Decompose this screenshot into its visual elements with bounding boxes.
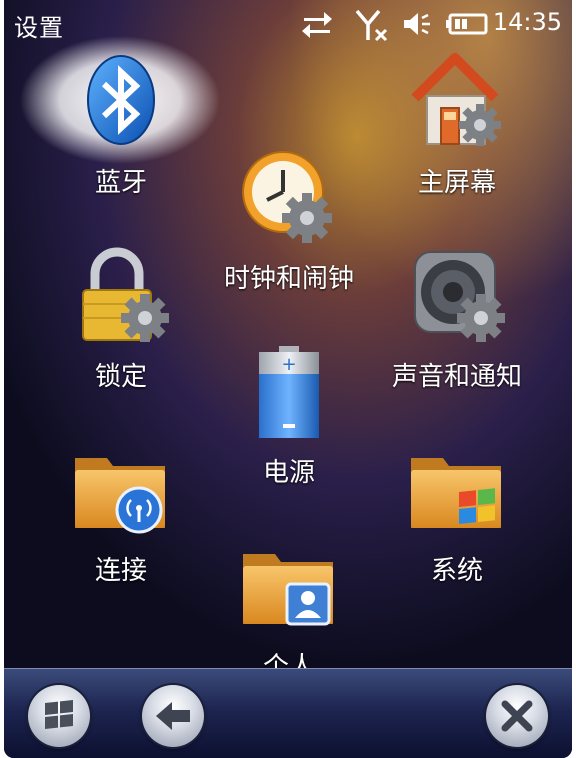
- battery-icon: +: [259, 346, 319, 438]
- sync-arrows-icon[interactable]: [300, 8, 334, 44]
- tile-lock[interactable]: 锁定: [36, 246, 206, 396]
- status-title: 设置: [14, 14, 64, 42]
- tile-sounds[interactable]: 声音和通知: [372, 246, 542, 396]
- battery-icon[interactable]: [444, 8, 490, 44]
- clock-gear-icon: [242, 151, 332, 243]
- tile-system[interactable]: 系统: [372, 440, 542, 590]
- tile-label-sounds: 声音和通知: [391, 362, 522, 392]
- tile-label-clock: 时钟和闹钟: [223, 264, 354, 294]
- folder-wireless-icon: [75, 458, 165, 534]
- tile-bluetooth[interactable]: 蓝牙: [36, 52, 206, 202]
- close-button[interactable]: [486, 685, 548, 747]
- tile-label-home-screen: 主屏幕: [417, 168, 496, 198]
- tile-power[interactable]: + 电源: [204, 342, 374, 492]
- speaker-icon[interactable]: [402, 8, 434, 44]
- tile-label-bluetooth: 蓝牙: [94, 168, 147, 198]
- status-bar: 设置 14:35: [4, 0, 572, 52]
- tile-connections[interactable]: 连接: [36, 440, 206, 590]
- folder-windows-icon: [411, 458, 501, 528]
- back-arrow-icon: [156, 702, 190, 730]
- house-gear-icon: [411, 53, 501, 146]
- start-button[interactable]: [28, 685, 90, 747]
- tile-personal[interactable]: 个人: [204, 536, 374, 686]
- back-button[interactable]: [142, 685, 204, 747]
- tile-home-screen[interactable]: 主屏幕: [372, 52, 542, 202]
- status-time: 14:35: [492, 8, 562, 36]
- bottom-bar: [4, 668, 572, 758]
- speaker-gear-icon: [414, 251, 505, 342]
- close-icon: [501, 700, 533, 732]
- padlock-gear-icon: [82, 247, 169, 342]
- windows-logo-icon: [45, 700, 73, 729]
- svg-text:+: +: [281, 354, 296, 375]
- bluetooth-icon: [87, 55, 155, 145]
- tile-clock[interactable]: 时钟和闹钟: [204, 148, 374, 298]
- folder-contact-icon: [243, 554, 333, 626]
- tile-label-connections: 连接: [94, 556, 147, 586]
- settings-screen: 设置 14:35 蓝牙 主屏幕 时钟和闹钟 锁定 声音和通知 + 电源 连接 系…: [4, 0, 572, 758]
- tile-label-power: 电源: [262, 458, 315, 488]
- tile-label-lock: 锁定: [94, 362, 147, 392]
- no-signal-icon[interactable]: [354, 8, 390, 46]
- tile-label-system: 系统: [430, 556, 483, 586]
